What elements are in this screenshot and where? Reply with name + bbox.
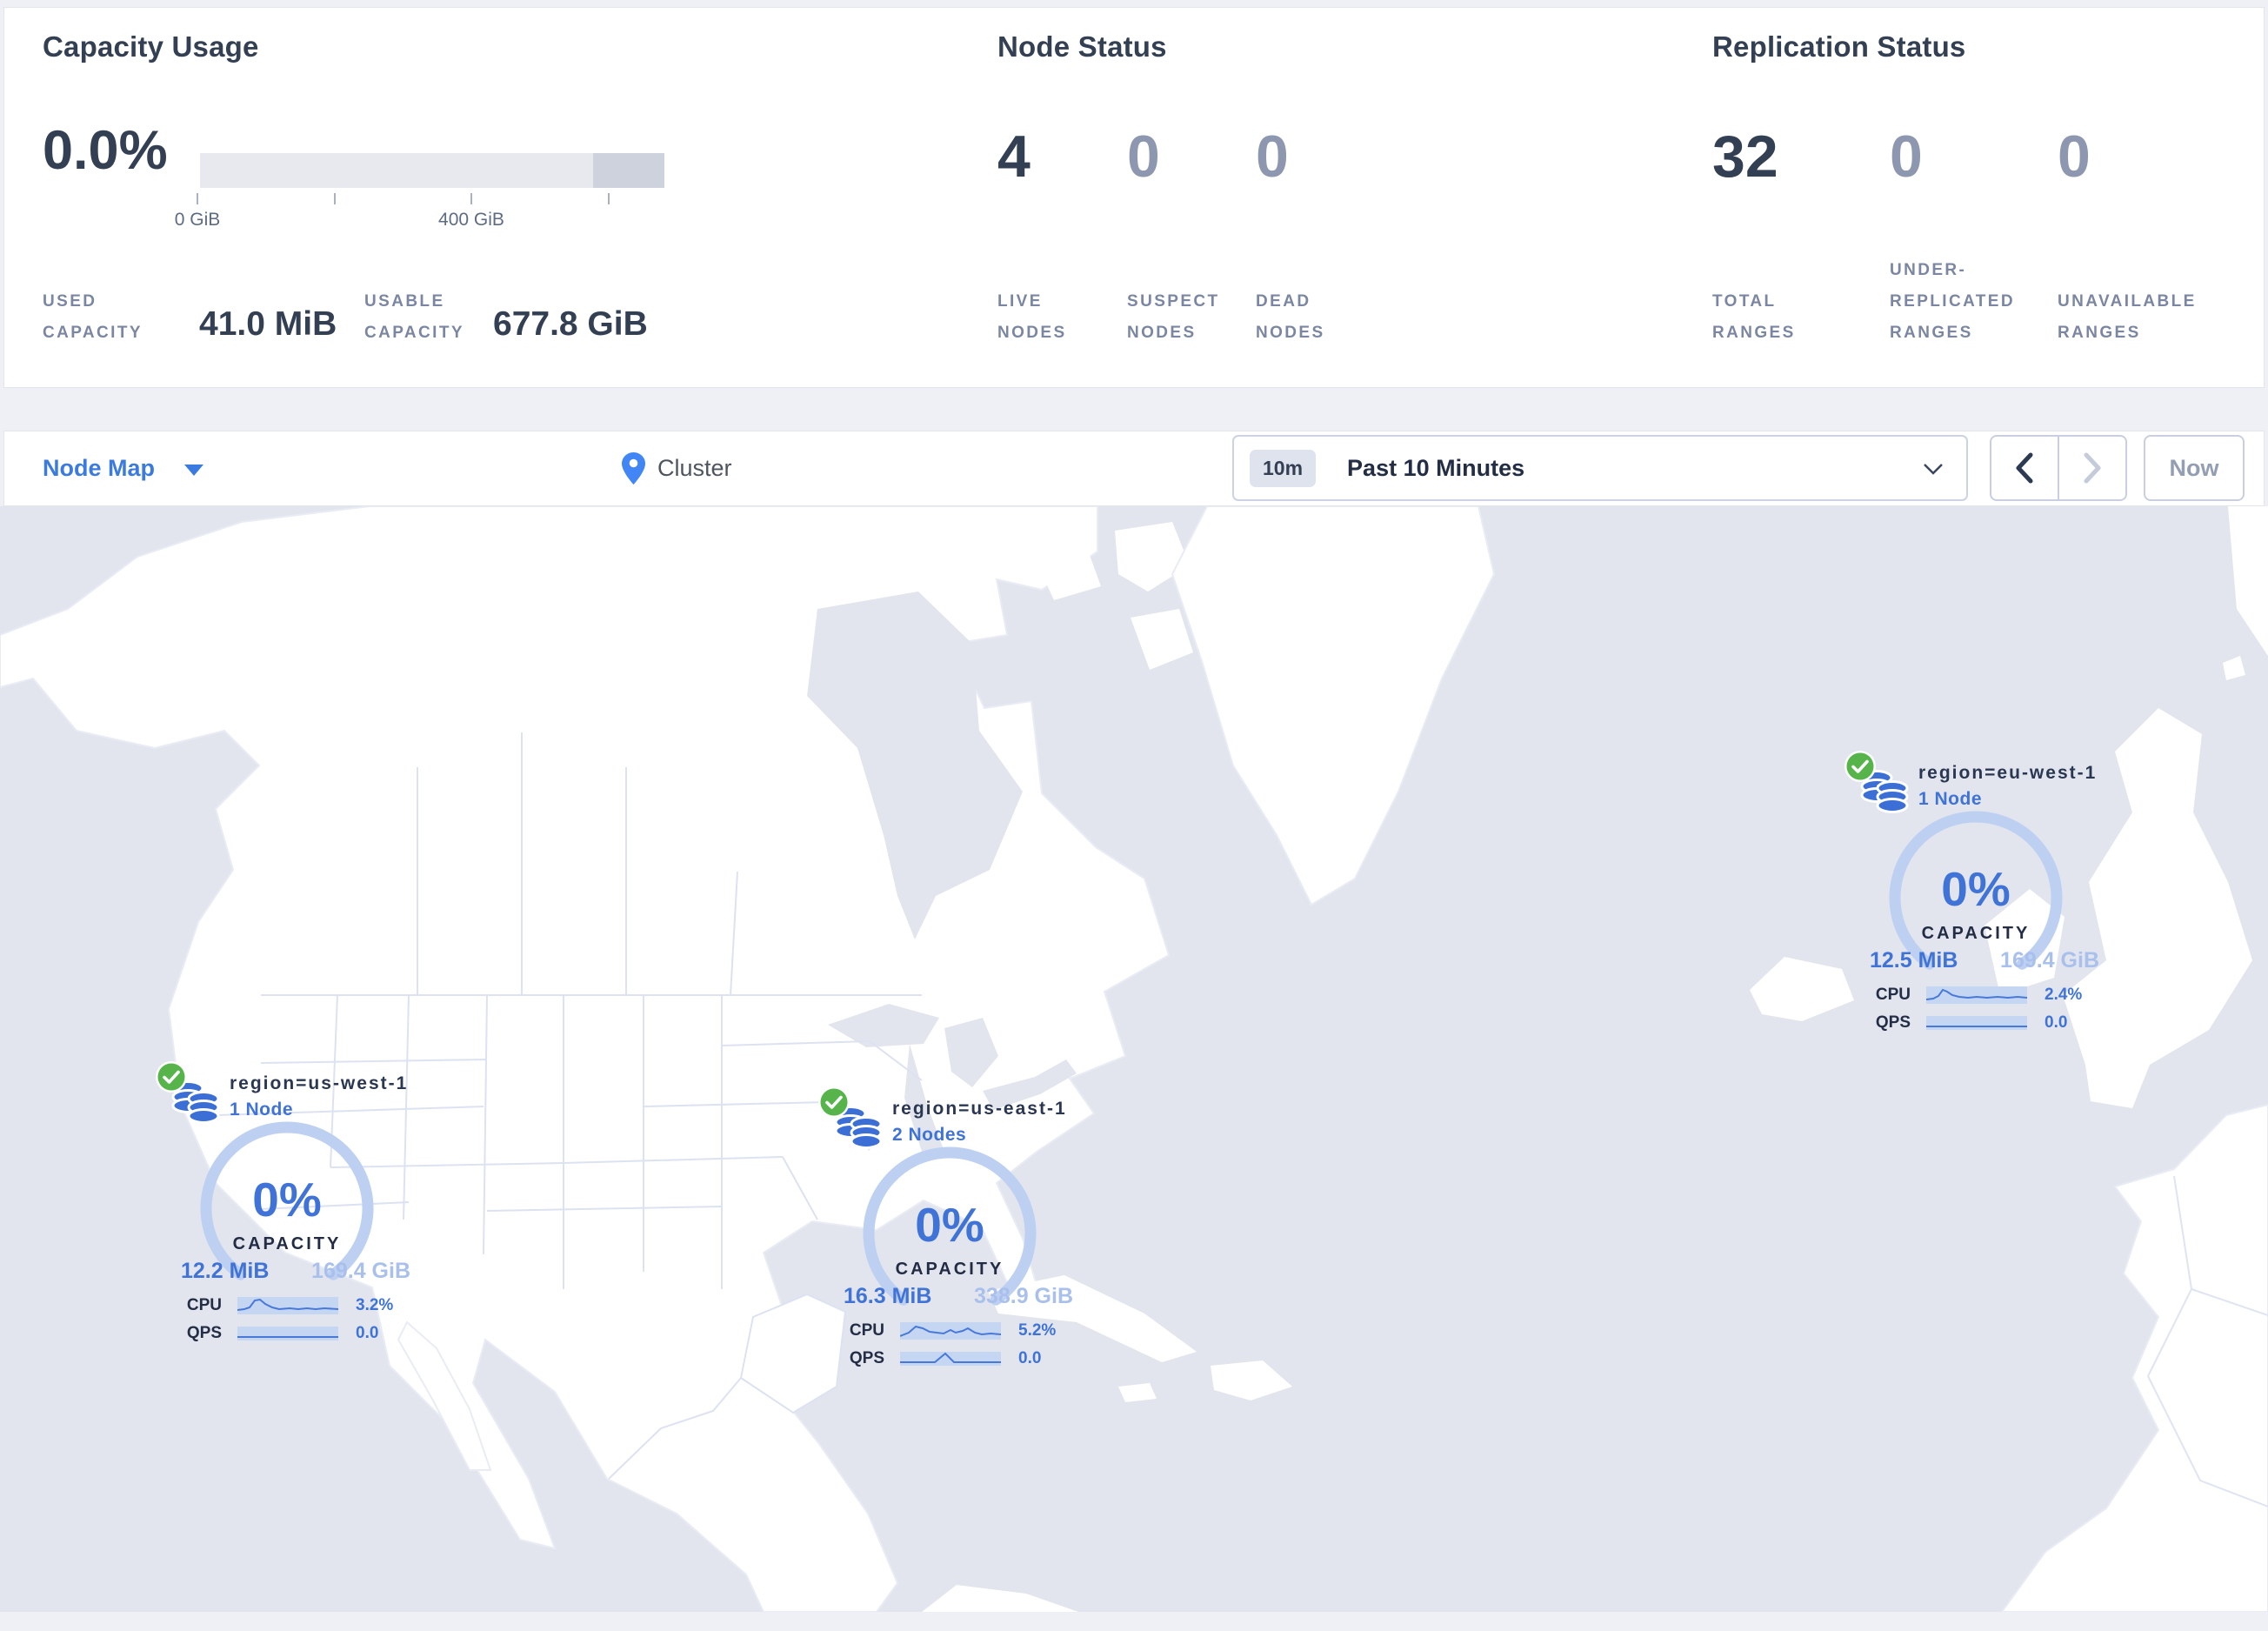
total-ranges-count: 32 (1712, 124, 1778, 190)
qps-value: 0.0 (356, 1324, 379, 1342)
live-nodes-count: 4 (997, 124, 1031, 190)
breadcrumb-label: Cluster (657, 455, 732, 481)
region-capacity-label: CAPACITY (895, 1260, 1004, 1279)
capacity-usage-section: Capacity Usage 0.0% 0 GiB 400 GiB USED C… (43, 8, 721, 389)
qps-value: 0.0 (2045, 1013, 2068, 1032)
cpu-label: CPU (1875, 986, 1911, 1004)
node-map[interactable]: region=us-west-1 1 Node 0% CAPACITY 12.2… (0, 506, 2268, 1612)
region-marker-us-east-1[interactable]: region=us-east-1 2 Nodes 0% CAPACITY 16.… (818, 1086, 1080, 1380)
region-marker-us-west-1[interactable]: region=us-west-1 1 Node 0% CAPACITY 12.2… (156, 1061, 417, 1354)
unavailable-ranges-count: 0 (2058, 124, 2091, 190)
suspect-nodes-label: SUSPECT NODES (1127, 292, 1220, 342)
used-capacity-label: USED CAPACITY (43, 292, 143, 342)
check-circle-icon (156, 1061, 187, 1093)
usable-capacity-value: 677.8 GiB (493, 305, 648, 343)
view-selector-dropdown[interactable]: Node Map (43, 431, 204, 505)
capacity-axis-label-400: 400 GiB (438, 210, 504, 230)
region-capacity-label: CAPACITY (1921, 924, 2031, 943)
capacity-axis-tick (197, 193, 198, 204)
region-capacity-percent: 0% (915, 1198, 984, 1252)
region-name: region=eu-west-1 (1918, 763, 2098, 783)
check-circle-icon (818, 1086, 850, 1118)
cpu-sparkline (237, 1297, 338, 1314)
world-map-graphic (0, 506, 2268, 1612)
usable-capacity-label: USABLE CAPACITY (364, 292, 464, 342)
capacity-axis-tick (608, 193, 610, 204)
node-status-title: Node Status (997, 30, 1167, 63)
region-name: region=us-west-1 (230, 1073, 409, 1093)
qps-sparkline (900, 1352, 1001, 1366)
used-capacity-value: 41.0 MiB (199, 305, 337, 343)
view-selector-label: Node Map (43, 455, 156, 481)
region-used-capacity: 12.2 MiB (181, 1259, 270, 1283)
chevron-left-icon (2016, 452, 2033, 484)
cpu-value: 3.2% (356, 1296, 394, 1314)
qps-label: QPS (1875, 1013, 1911, 1032)
under-replicated-count: 0 (1890, 124, 1923, 190)
dead-nodes-count: 0 (1256, 124, 1289, 190)
region-capacity-percent: 0% (1941, 862, 2011, 916)
replication-status-title: Replication Status (1712, 30, 1966, 63)
time-range-label: Past 10 Minutes (1347, 454, 1525, 481)
live-nodes-label: LIVE NODES (997, 292, 1067, 342)
unavailable-ranges-label: UNAVAILABLE RANGES (2058, 292, 2197, 342)
total-ranges-label: TOTAL RANGES (1712, 292, 1796, 342)
qps-sparkline (1926, 1016, 2027, 1030)
time-range-dropdown[interactable]: 10m Past 10 Minutes (1232, 435, 1968, 501)
capacity-used-percent: 0.0% (43, 120, 168, 181)
suspect-nodes-count: 0 (1127, 124, 1160, 190)
capacity-bar (200, 153, 664, 188)
check-circle-icon (1844, 751, 1876, 782)
cpu-sparkline (900, 1322, 1001, 1340)
capacity-axis-tick (334, 193, 336, 204)
caret-down-icon (184, 465, 204, 476)
region-capacity-label: CAPACITY (232, 1234, 342, 1253)
qps-sparkline (237, 1327, 338, 1340)
map-jamaica (1118, 1383, 1157, 1402)
capacity-usage-title: Capacity Usage (43, 30, 259, 63)
time-forward-button[interactable] (2059, 437, 2125, 499)
map-toolbar: Node Map Cluster 10m Past 10 Minutes Now (3, 431, 2265, 506)
region-capacity-percent: 0% (252, 1173, 322, 1227)
replication-status-section: Replication Status 32 0 0 TOTAL RANGES U… (1712, 8, 2268, 389)
capacity-axis-label-0: 0 GiB (174, 210, 221, 230)
region-total-capacity: 169.4 GiB (311, 1259, 410, 1283)
capacity-axis-tick (470, 193, 472, 204)
cpu-value: 5.2% (1018, 1321, 1057, 1340)
dead-nodes-label: DEAD NODES (1256, 292, 1325, 342)
location-pin-icon (622, 452, 645, 485)
region-total-capacity: 169.4 GiB (2000, 948, 2099, 973)
cpu-sparkline (1926, 986, 2027, 1004)
under-replicated-label: UNDER-REPLICATED RANGES (1890, 261, 2015, 342)
region-marker-eu-west-1[interactable]: region=eu-west-1 1 Node 0% CAPACITY 12.5… (1844, 751, 2106, 1044)
now-button[interactable]: Now (2144, 435, 2245, 501)
region-total-capacity: 338.9 GiB (974, 1284, 1073, 1308)
time-back-button[interactable] (1991, 437, 2059, 499)
capacity-bar-reserved-segment (593, 153, 664, 188)
region-used-capacity: 12.5 MiB (1870, 948, 1958, 973)
cpu-label: CPU (186, 1296, 222, 1314)
qps-value: 0.0 (1018, 1349, 1042, 1367)
chevron-down-icon (1924, 464, 1943, 475)
qps-label: QPS (186, 1324, 222, 1342)
region-used-capacity: 16.3 MiB (844, 1284, 932, 1308)
qps-label: QPS (849, 1349, 884, 1367)
breadcrumb[interactable]: Cluster (622, 431, 732, 505)
time-nav-group (1990, 435, 2127, 501)
cpu-label: CPU (849, 1321, 884, 1340)
node-status-section: Node Status 4 0 0 LIVE NODES SUSPECT NOD… (997, 8, 1658, 389)
time-range-badge: 10m (1250, 449, 1317, 487)
cpu-value: 2.4% (2045, 986, 2083, 1004)
region-name: region=us-east-1 (892, 1099, 1067, 1119)
chevron-right-icon (2084, 452, 2101, 484)
cluster-summary-panel: Capacity Usage 0.0% 0 GiB 400 GiB USED C… (3, 7, 2265, 388)
